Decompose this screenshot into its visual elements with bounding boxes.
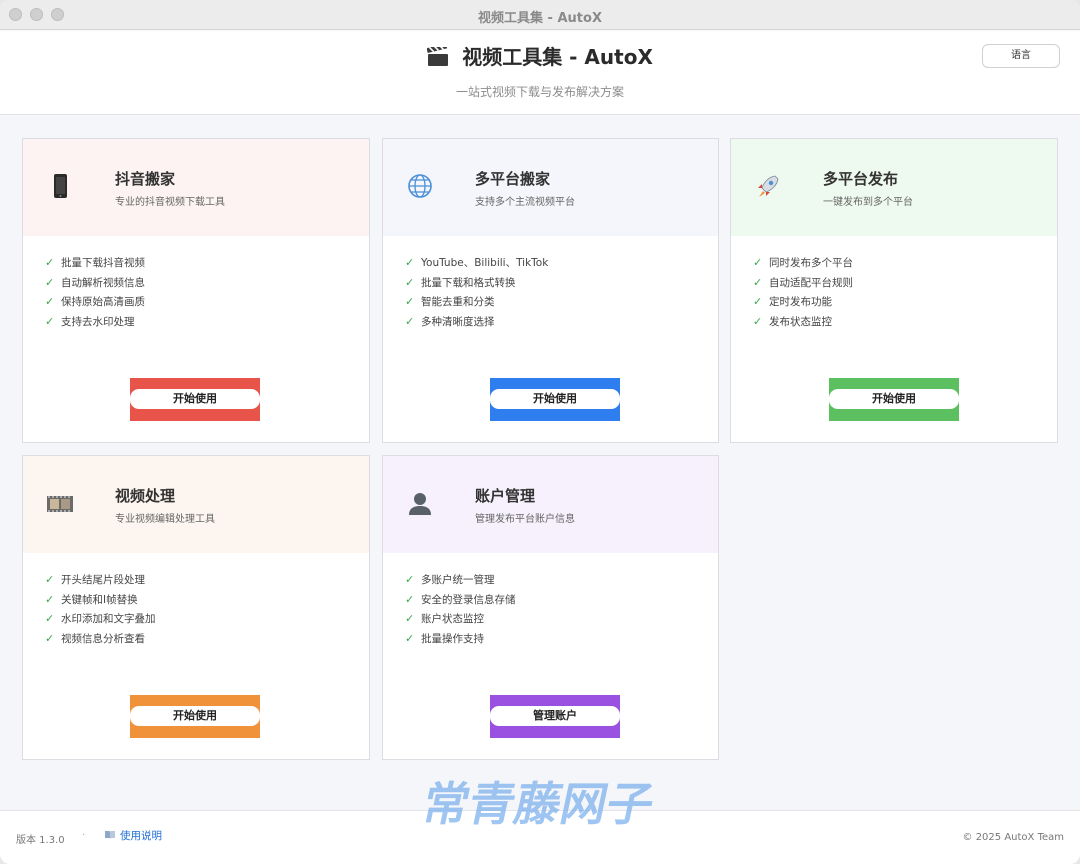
checkmark-icon: ✓ bbox=[45, 275, 55, 289]
app-header: 视频工具集 - AutoX 一站式视频下载与发布解决方案 语言 bbox=[0, 31, 1080, 115]
card-douyin-move: 抖音搬家 专业的抖音视频下载工具 ✓ 批量下载抖音视频 ✓ 自动解析视频信息 ✓ 保持… bbox=[22, 138, 370, 443]
book-icon bbox=[105, 831, 115, 839]
feature-item: ✓ 视频信息分析查看 bbox=[45, 631, 145, 645]
checkmark-icon: ✓ bbox=[45, 295, 55, 308]
feature-item: ✓ 批量下载和格式转换 bbox=[405, 275, 516, 289]
feature-item: ✓ 保持原始高清画质 bbox=[45, 295, 145, 308]
checkmark-icon: ✓ bbox=[405, 275, 415, 289]
rocket-icon bbox=[758, 175, 779, 197]
card-title: 账户管理 bbox=[475, 487, 536, 505]
card-title: 视频处理 bbox=[115, 487, 176, 505]
feature-item: ✓ 批量操作支持 bbox=[405, 631, 484, 645]
feature-item: ✓ 多账户统一管理 bbox=[405, 573, 495, 586]
clapperboard-icon bbox=[427, 47, 449, 66]
checkmark-icon: ✓ bbox=[405, 314, 415, 328]
feature-item: ✓ 水印添加和文字叠加 bbox=[45, 612, 156, 625]
checkmark-icon: ✓ bbox=[405, 295, 415, 308]
checkmark-icon: ✓ bbox=[405, 573, 415, 586]
checkmark-icon: ✓ bbox=[753, 256, 763, 269]
card-header: 抖音搬家 专业的抖音视频下载工具 bbox=[23, 139, 369, 236]
film-icon bbox=[47, 496, 73, 512]
feature-item: ✓ 安全的登录信息存储 bbox=[405, 592, 516, 606]
feature-item: ✓ 账户状态监控 bbox=[405, 612, 484, 625]
feature-list: ✓ 批量下载抖音视频 ✓ 自动解析视频信息 ✓ 保持原始高清画质 ✓ 支持去水印处理 bbox=[45, 255, 145, 333]
checkmark-icon: ✓ bbox=[405, 256, 415, 269]
card-description: 专业的抖音视频下载工具 bbox=[115, 197, 225, 208]
feature-item: ✓ 定时发布功能 bbox=[753, 295, 832, 308]
checkmark-icon: ✓ bbox=[45, 256, 55, 269]
card-account-management: 账户管理 管理发布平台账户信息 ✓ 多账户统一管理 ✓ 安全的登录信息存储 ✓ 账户状… bbox=[382, 455, 719, 760]
phone-icon bbox=[54, 174, 67, 198]
card-multi-platform-move: 多平台搬家 支持多个主流视频平台 ✓ YouTube、Bilibili、TikTo… bbox=[382, 138, 719, 443]
version-label: 版本 1.3.0 bbox=[16, 835, 65, 846]
app-window: 视频工具集 - AutoX 视频工具集 - AutoX 一站式视频下载与发布解决… bbox=[0, 0, 1080, 864]
card-header: 多平台发布 一键发布到多个平台 bbox=[731, 139, 1057, 236]
app-title-row: 视频工具集 - AutoX bbox=[0, 41, 1080, 70]
user-icon bbox=[409, 493, 431, 515]
checkmark-icon: ✓ bbox=[753, 275, 763, 289]
card-multi-platform-publish: 多平台发布 一键发布到多个平台 ✓ 同时发布多个平台 ✓ 自动适配平台规则 ✓ 定时发… bbox=[730, 138, 1058, 443]
feature-list: ✓ 同时发布多个平台 ✓ 自动适配平台规则 ✓ 定时发布功能 ✓ 发布状态监控 bbox=[753, 255, 853, 333]
checkmark-icon: ✓ bbox=[405, 631, 415, 645]
feature-item: ✓ 批量下载抖音视频 bbox=[45, 256, 145, 269]
globe-icon bbox=[408, 174, 432, 198]
checkmark-icon: ✓ bbox=[405, 612, 415, 625]
card-description: 管理发布平台账户信息 bbox=[475, 514, 575, 525]
feature-item: ✓ 同时发布多个平台 bbox=[753, 256, 853, 269]
checkmark-icon: ✓ bbox=[45, 314, 55, 328]
card-title: 多平台发布 bbox=[823, 170, 899, 188]
checkmark-icon: ✓ bbox=[45, 612, 55, 625]
help-link[interactable]: 使用说明 bbox=[104, 828, 162, 843]
checkmark-icon: ✓ bbox=[753, 295, 763, 308]
card-header: 账户管理 管理发布平台账户信息 bbox=[383, 456, 718, 553]
card-title: 抖音搬家 bbox=[115, 170, 176, 188]
card-description: 一键发布到多个平台 bbox=[823, 197, 913, 208]
card-header: 视频处理 专业视频编辑处理工具 bbox=[23, 456, 369, 553]
feature-item: ✓ YouTube、Bilibili、TikTok bbox=[405, 256, 549, 269]
language-button[interactable]: 语言 bbox=[982, 44, 1060, 68]
window-title: 视频工具集 - AutoX bbox=[478, 11, 602, 26]
card-header: 多平台搬家 支持多个主流视频平台 bbox=[383, 139, 718, 236]
copyright-text: © 2025 AutoX Team bbox=[962, 832, 1064, 843]
svg-text:常青藤网子: 常青藤网子 bbox=[421, 777, 659, 830]
feature-list: ✓ YouTube、Bilibili、TikTok ✓ 批量下载和格式转换 ✓ 智能去… bbox=[405, 255, 548, 333]
feature-item: ✓ 多种清晰度选择 bbox=[405, 314, 495, 328]
card-description: 专业视频编辑处理工具 bbox=[115, 514, 215, 525]
checkmark-icon: ✓ bbox=[753, 314, 763, 328]
start-button[interactable]: 开始使用 bbox=[829, 378, 959, 421]
checkmark-icon: ✓ bbox=[45, 631, 55, 645]
checkmark-icon: ✓ bbox=[405, 592, 415, 606]
feature-item: ✓ 支持去水印处理 bbox=[45, 314, 135, 328]
checkmark-icon: ✓ bbox=[45, 592, 55, 606]
card-description: 支持多个主流视频平台 bbox=[475, 197, 575, 208]
card-title: 多平台搬家 bbox=[475, 170, 551, 188]
start-button[interactable]: 开始使用 bbox=[130, 695, 260, 738]
card-video-processing: 视频处理 专业视频编辑处理工具 ✓ 开头结尾片段处理 ✓ 关键帧和I帧替换 ✓ 水印添… bbox=[22, 455, 370, 760]
feature-list: ✓ 多账户统一管理 ✓ 安全的登录信息存储 ✓ 账户状态监控 ✓ 批量操作支持 bbox=[405, 572, 516, 650]
footer-separator: · bbox=[82, 830, 86, 841]
feature-list: ✓ 开头结尾片段处理 ✓ 关键帧和I帧替换 ✓ 水印添加和文字叠加 ✓ 视频信息分析查看 bbox=[45, 572, 156, 650]
start-button[interactable]: 开始使用 bbox=[130, 378, 260, 421]
feature-item: ✓ 关键帧和I帧替换 bbox=[45, 592, 138, 606]
start-button[interactable]: 开始使用 bbox=[490, 378, 620, 421]
title-bar: 视频工具集 - AutoX bbox=[0, 0, 1080, 30]
watermark-logo: 常青藤网子 bbox=[421, 777, 659, 830]
feature-item: ✓ 开头结尾片段处理 bbox=[45, 573, 145, 586]
feature-item: ✓ 智能去重和分类 bbox=[405, 295, 495, 308]
feature-item: ✓ 发布状态监控 bbox=[753, 314, 832, 328]
manage-accounts-button[interactable]: 管理账户 bbox=[490, 695, 620, 738]
feature-item: ✓ 自动解析视频信息 bbox=[45, 275, 145, 289]
feature-item: ✓ 自动适配平台规则 bbox=[753, 275, 853, 289]
app-title: 视频工具集 - AutoX bbox=[462, 45, 653, 69]
app-subtitle: 一站式视频下载与发布解决方案 bbox=[455, 85, 624, 99]
checkmark-icon: ✓ bbox=[45, 573, 55, 586]
